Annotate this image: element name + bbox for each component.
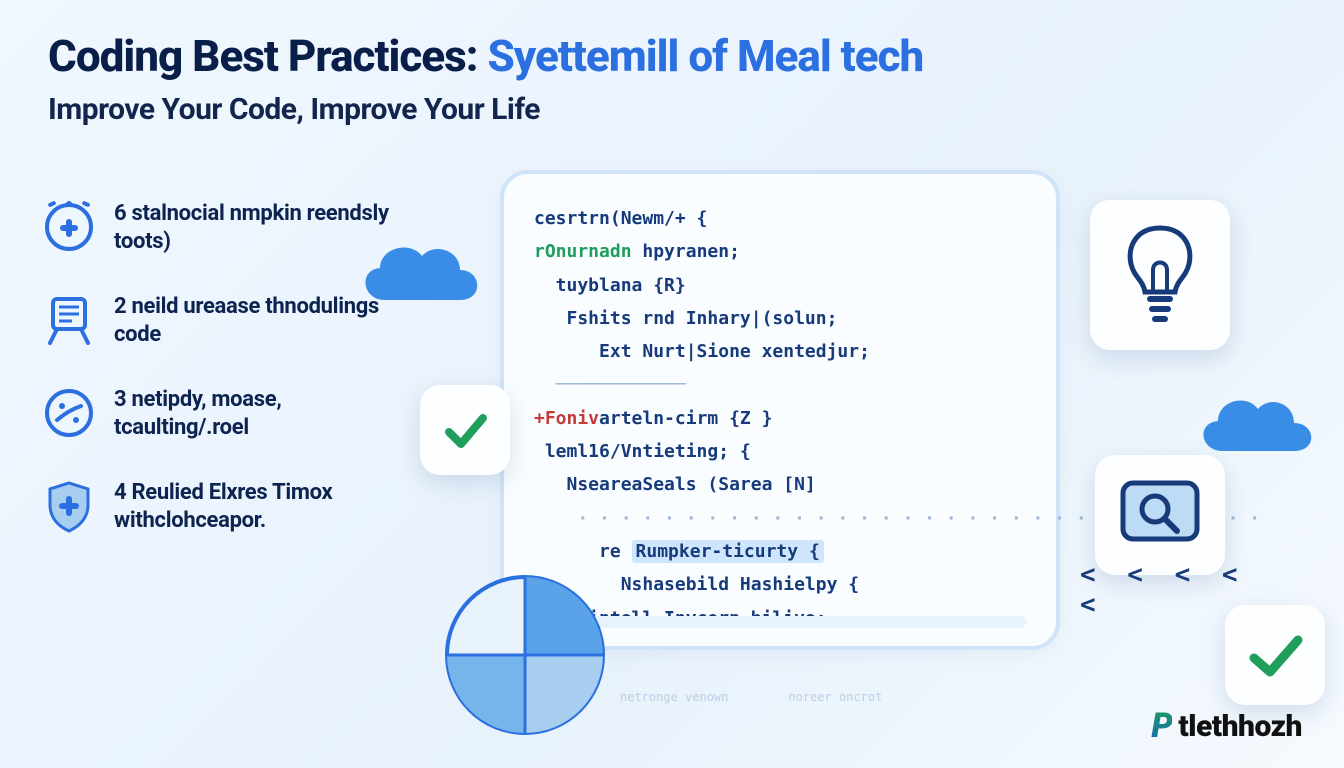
pie-graphic: [430, 560, 620, 750]
sidebar-item-label: 3 netipdy, moase, tcaulting/.roel: [114, 386, 402, 441]
checkmark-icon: [1244, 624, 1306, 686]
sidebar-item-label: 4 Reulied Elxres Timox withclohceapor.: [114, 479, 402, 534]
logo-text: tlethhozh: [1178, 709, 1302, 744]
header: Coding Best Practices: Syettemill of Mea…: [0, 0, 1344, 137]
code-line: rOnurnadn hpyranen;: [534, 235, 1034, 268]
sidebar: 6 stalnocial nmpkin reendsly toots) 2 ne…: [42, 200, 402, 534]
card-lightbulb: [1090, 200, 1230, 350]
code-line: Fshits rnd Inhary|(solun;: [534, 302, 1034, 335]
checkmark-icon: [439, 404, 491, 456]
code-line-dots: · · · · · · · · · · · · · · · · · · · · …: [534, 502, 1034, 535]
logo-mark: P: [1151, 706, 1172, 746]
shield-plus-icon: [42, 479, 96, 533]
sidebar-item-1: 6 stalnocial nmpkin reendsly toots): [42, 200, 402, 255]
divide-icon: [42, 386, 96, 440]
card-search: [1095, 455, 1225, 575]
sidebar-item-3: 3 netipdy, moase, tcaulting/.roel: [42, 386, 402, 441]
page-title: Coding Best Practices: Syettemill of Mea…: [48, 30, 1296, 82]
title-main: Coding Best Practices:: [48, 30, 478, 82]
board-icon: [42, 293, 96, 347]
code-line: Ext Nurt|Sione xentedjur;: [534, 335, 1034, 368]
lightbulb-icon: [1115, 220, 1205, 330]
code-line: tuyblana {R}: [534, 269, 1034, 302]
clock-plus-icon: [42, 200, 96, 254]
code-line-divider: ────────────: [534, 368, 1034, 401]
sidebar-item-2: 2 neild ureaase thnodulings code: [42, 293, 402, 348]
footer-faint-1: netronge venown: [620, 690, 728, 704]
code-line: +Fonivarteln-cirm {Z }: [534, 402, 1034, 435]
sidebar-item-4: 4 Reulied Elxres Timox withclohceapor.: [42, 479, 402, 534]
brand-logo: P tlethhozh: [1151, 706, 1302, 746]
title-accent: Syettemill of Meal tech: [487, 30, 923, 82]
code-line: leml16/Vntieting; {: [534, 435, 1034, 468]
footer-faint-text: netronge venown noreer oncrot: [620, 690, 882, 704]
page-subtitle: Improve Your Code, Improve Your Life: [48, 92, 1296, 127]
card-checkmark-small: [420, 385, 510, 475]
footer-faint-2: noreer oncrot: [788, 690, 882, 704]
cloud-icon: [350, 230, 490, 320]
code-line: NseareaSeals (Sarea [N]: [534, 468, 1034, 501]
card-checkmark-green: [1225, 605, 1325, 705]
code-line: cesrtrn(Newm/+ {: [534, 202, 1034, 235]
chevrons-row: < < < < <: [1080, 560, 1280, 620]
search-icon: [1115, 475, 1205, 555]
